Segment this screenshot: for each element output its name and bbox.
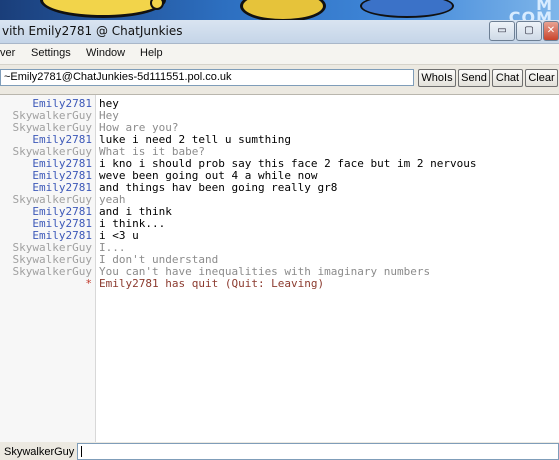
send-button[interactable]: Send — [458, 69, 490, 87]
chat-log[interactable]: Emily2781 hey SkywalkerGuy Hey SkywalkerGuy H… — [0, 94, 559, 444]
wallpaper-shape — [40, 0, 166, 18]
input-bar: SkywalkerGuy — [0, 442, 559, 460]
chat-window: vith Emily2781 @ ChatJunkies ▭ ▢ ✕ ver S… — [0, 20, 559, 460]
wallpaper-logo: M COM — [509, 0, 553, 22]
maximize-button[interactable]: ▢ — [516, 21, 542, 41]
menu-server[interactable]: ver — [0, 47, 15, 59]
wallpaper-shape — [240, 0, 326, 22]
close-button[interactable]: ✕ — [543, 21, 559, 41]
title-bar[interactable]: vith Emily2781 @ ChatJunkies ▭ ▢ ✕ — [0, 20, 559, 44]
wallpaper-shape — [360, 0, 454, 18]
minimize-button[interactable]: ▭ — [489, 21, 515, 41]
clear-button[interactable]: Clear — [525, 69, 558, 87]
toolbar: ~Emily2781@ChatJunkies-5d111551.pol.co.u… — [0, 66, 559, 90]
own-nickname: SkywalkerGuy — [4, 446, 75, 458]
text-caret — [81, 446, 82, 457]
window-controls: ▭ ▢ ✕ — [488, 21, 559, 41]
topic-field[interactable]: ~Emily2781@ChatJunkies-5d111551.pol.co.u… — [0, 69, 414, 86]
menu-help[interactable]: Help — [140, 47, 163, 59]
menu-bar: ver Settings Window Help — [0, 44, 559, 65]
message-text: Emily2781 has quit (Quit: Leaving) — [99, 277, 325, 290]
wallpaper-shape — [150, 0, 164, 10]
message-input[interactable] — [77, 443, 559, 460]
message-nick[interactable]: SkywalkerGuy — [13, 266, 92, 278]
whois-button[interactable]: WhoIs — [418, 69, 456, 87]
chat-message: * Emily2781 has quit (Quit: Leaving) — [0, 278, 559, 290]
menu-window[interactable]: Window — [86, 47, 125, 59]
message-text: and things hav been going really gr8 — [99, 181, 338, 194]
desktop-wallpaper: M COM — [0, 0, 559, 22]
menu-settings[interactable]: Settings — [31, 47, 71, 59]
chat-button[interactable]: Chat — [492, 69, 523, 87]
window-title: vith Emily2781 @ ChatJunkies — [2, 24, 183, 38]
message-nick[interactable]: * — [85, 278, 92, 290]
chat-lines: Emily2781 hey SkywalkerGuy Hey SkywalkerGuy H… — [0, 98, 559, 290]
